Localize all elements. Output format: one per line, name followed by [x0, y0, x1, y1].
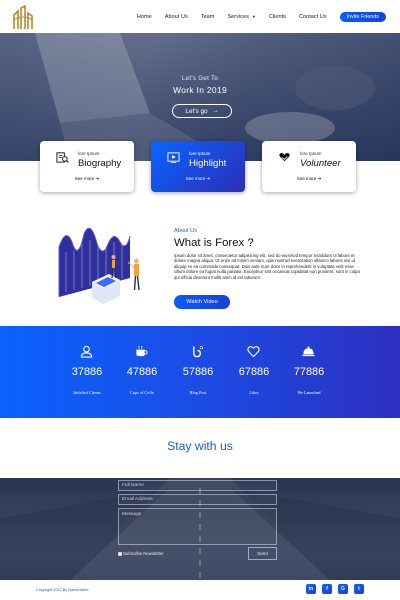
- coffee-cup-icon: [136, 345, 148, 357]
- twitter-icon[interactable]: t: [354, 584, 364, 594]
- subscribe-label: Subscribe Newsletter: [123, 551, 164, 556]
- about-body-text: Ipsum dolor sit amet, consectetur adipis…: [174, 253, 360, 280]
- blog-icon: [193, 345, 204, 358]
- nav-link-home[interactable]: Home: [137, 14, 152, 20]
- stat-likes: 67886 Likes: [234, 326, 274, 418]
- top-navbar: Home About Us Team Services ▼ Clients Co…: [0, 0, 400, 33]
- social-links: in f G t: [306, 584, 364, 594]
- stat-blog-post: 57886 Blog Post: [178, 326, 218, 418]
- card-volunteer-see-more[interactable]: See more ➔: [262, 176, 356, 182]
- nav-link-services-label: Services: [227, 13, 249, 20]
- about-title: What is Forex ?: [174, 237, 254, 249]
- send-button[interactable]: Send: [248, 547, 277, 560]
- stat-label: Cups of Coffe: [130, 390, 154, 395]
- copyright-text: Copyright 2017 By NameHatfor: [36, 588, 89, 592]
- stay-section: Stay with us: [0, 418, 400, 478]
- card-highlight-kicker: lore Ipsum: [189, 151, 211, 156]
- card-volunteer[interactable]: lore Ipsum Volunteer See more ➔: [262, 141, 356, 192]
- card-highlight-title: Highlight: [189, 158, 227, 169]
- facebook-icon[interactable]: f: [322, 584, 332, 594]
- arrow-right-icon: ➔: [95, 176, 100, 181]
- lets-go-label: Let's go: [185, 107, 208, 115]
- stat-cups-of-coffee: 47886 Cups of Coffe: [122, 326, 162, 418]
- hero-title: Work In 2019: [173, 85, 227, 95]
- card-biography-see-more[interactable]: See more ➔: [40, 176, 134, 182]
- video-play-icon: [167, 152, 180, 163]
- lets-go-button[interactable]: Let's go →: [172, 104, 232, 118]
- card-biography-title: Biography: [78, 158, 122, 169]
- logo-icon[interactable]: [12, 5, 34, 31]
- see-more-label: See more: [74, 176, 95, 181]
- see-more-label: See more: [185, 176, 206, 181]
- hero-subtitle: Let's Get To: [181, 75, 219, 82]
- card-highlight[interactable]: lore Ipsum Highlight See more ➔: [151, 141, 245, 192]
- stat-we-launched: 77886 We Launched: [289, 326, 329, 418]
- stat-satisfied-clients: 37886 Satisfied Clients: [67, 326, 107, 418]
- stats-band: 37886 Satisfied Clients 47886 Cups of Co…: [0, 326, 400, 418]
- stat-value: 37886: [71, 366, 103, 378]
- linkedin-icon[interactable]: in: [306, 584, 316, 594]
- card-volunteer-title: Volunteer: [300, 158, 341, 169]
- nav-link-contact-us[interactable]: Contact Us: [299, 14, 327, 20]
- heart-hands-icon: [279, 153, 290, 162]
- stat-label: We Launched: [297, 390, 321, 395]
- heart-icon: [247, 346, 260, 358]
- see-more-label: See more: [296, 176, 317, 181]
- caret-down-icon: ▼: [251, 14, 256, 19]
- person-icon: [80, 345, 93, 358]
- stat-value: 67886: [238, 366, 270, 378]
- about-kicker: About Us: [174, 228, 198, 234]
- subscribe-row[interactable]: Subscribe Newsletter: [118, 551, 164, 556]
- biography-search-icon: [56, 152, 69, 163]
- arrow-right-icon: ➔: [317, 176, 322, 181]
- invite-friends-button[interactable]: Invite Friends: [339, 11, 386, 22]
- email-input[interactable]: Email Address: [118, 494, 277, 505]
- forex-illustration: [58, 227, 140, 304]
- nav-link-clients[interactable]: Clients: [269, 14, 286, 20]
- google-icon[interactable]: G: [338, 584, 348, 594]
- arrow-right-icon: ➔: [206, 176, 211, 181]
- stat-value: 57886: [182, 366, 214, 378]
- card-biography-kicker: lore Ipsum: [78, 151, 100, 156]
- nav-link-services[interactable]: Services ▼: [227, 14, 255, 20]
- cloche-icon: [302, 346, 315, 357]
- footer: Copyright 2017 By NameHatfor in f G t: [0, 580, 400, 600]
- nav-link-team[interactable]: Team: [201, 14, 215, 20]
- subscribe-checkbox[interactable]: [118, 551, 122, 556]
- full-name-input[interactable]: Full Name: [118, 480, 277, 491]
- stat-label: Blog Post: [189, 390, 207, 395]
- stat-value: 47886: [126, 366, 158, 378]
- nav-links: Home About Us Team Services ▼ Clients Co…: [124, 0, 386, 33]
- nav-link-about-us[interactable]: About Us: [165, 14, 188, 20]
- stat-value: 77886: [293, 366, 325, 378]
- watch-video-button[interactable]: Watch Video: [174, 295, 230, 309]
- card-volunteer-kicker: lore Ipsum: [300, 151, 322, 156]
- arrow-right-icon: →: [212, 108, 219, 114]
- message-textarea[interactable]: Message: [118, 508, 277, 545]
- page: Home About Us Team Services ▼ Clients Co…: [0, 0, 400, 600]
- card-highlight-see-more[interactable]: See more ➔: [151, 176, 245, 182]
- stay-title: Stay with us: [167, 439, 233, 453]
- card-biography[interactable]: lore Ipsum Biography See more ➔: [40, 141, 134, 192]
